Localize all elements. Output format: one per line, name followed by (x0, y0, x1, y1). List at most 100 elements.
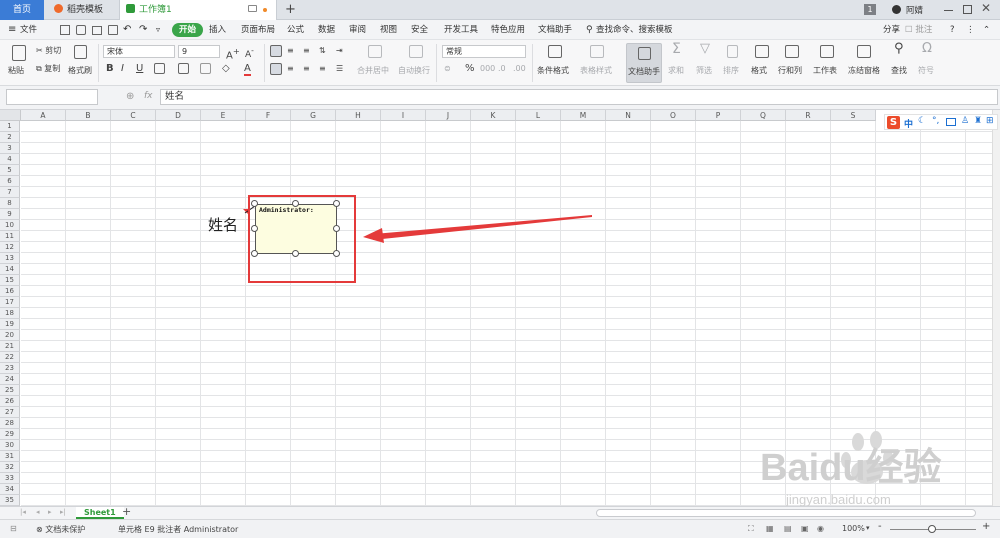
shrink-font-icon[interactable]: A- (245, 46, 254, 60)
row-header[interactable]: 23 (0, 363, 20, 374)
align-right-icon[interactable]: ≡ (303, 64, 310, 74)
command-search[interactable]: 查找命令、搜索模板 (596, 23, 673, 37)
merge-center-icon[interactable] (368, 45, 382, 58)
symbol-button[interactable]: 符号 (918, 66, 934, 76)
align-left-icon[interactable] (270, 63, 282, 75)
doc-helper-button[interactable]: 文档助手 (626, 43, 662, 83)
row-header[interactable]: 17 (0, 297, 20, 308)
new-tab-button[interactable]: + (285, 0, 296, 20)
format-icon[interactable] (755, 45, 769, 58)
menu-review[interactable]: 审阅 (349, 23, 366, 37)
menu-security[interactable]: 安全 (411, 23, 428, 37)
menu-doc-helper[interactable]: 文档助手 (538, 23, 572, 37)
row-header[interactable]: 10 (0, 220, 20, 231)
clear-format-icon[interactable]: ◇ (222, 64, 230, 74)
column-header[interactable]: G (291, 110, 336, 121)
row-header[interactable]: 7 (0, 187, 20, 198)
maximize-button[interactable] (963, 5, 972, 14)
zoom-dropdown-icon[interactable]: ▾ (866, 524, 870, 532)
menu-file[interactable]: 文件 (20, 23, 37, 37)
save-icon[interactable] (60, 25, 70, 35)
row-header[interactable]: 34 (0, 484, 20, 495)
row-header[interactable]: 28 (0, 418, 20, 429)
row-header[interactable]: 11 (0, 231, 20, 242)
grow-font-icon[interactable]: A+ (226, 46, 240, 61)
row-header[interactable]: 29 (0, 429, 20, 440)
row-header[interactable]: 13 (0, 253, 20, 264)
row-header[interactable]: 6 (0, 176, 20, 187)
currency-icon[interactable]: ⊜ (444, 64, 451, 74)
column-header[interactable]: S (831, 110, 876, 121)
next-sheet-icon[interactable]: ▸ (48, 508, 52, 516)
row-header[interactable]: 22 (0, 352, 20, 363)
orientation-icon[interactable]: ⇅ (319, 46, 326, 56)
print-icon[interactable] (92, 26, 102, 35)
redo-icon[interactable]: ↷ (139, 23, 147, 37)
column-header[interactable]: L (516, 110, 561, 121)
column-header[interactable]: A (21, 110, 66, 121)
row-header[interactable]: 4 (0, 154, 20, 165)
underline-button[interactable]: U (136, 64, 143, 74)
user-avatar[interactable] (892, 5, 901, 14)
font-name-select[interactable]: 宋体 (103, 45, 175, 58)
row-header[interactable]: 18 (0, 308, 20, 319)
menu-insert[interactable]: 插入 (209, 23, 226, 37)
last-sheet-icon[interactable]: ▸| (60, 508, 66, 516)
menu-start[interactable]: 开始 (172, 23, 204, 37)
row-header[interactable]: 2 (0, 132, 20, 143)
close-button[interactable]: ✕ (981, 1, 991, 15)
column-header[interactable]: K (471, 110, 516, 121)
search-icon[interactable]: ⚲ (586, 23, 593, 37)
horizontal-scrollbar[interactable] (596, 509, 976, 517)
column-header[interactable]: B (66, 110, 111, 121)
zoom-level[interactable]: 100% (842, 524, 865, 533)
menu-page-layout[interactable]: 页面布局 (241, 23, 275, 37)
indent-icon[interactable]: ⇥ (336, 46, 343, 56)
filter-button[interactable]: 筛选 (696, 66, 712, 76)
fill-color-icon[interactable] (178, 63, 189, 74)
font-size-select[interactable]: 9 (178, 45, 220, 58)
menu-developer[interactable]: 开发工具 (444, 23, 478, 37)
symbol-icon[interactable]: Ω (922, 42, 932, 55)
row-header[interactable]: 27 (0, 407, 20, 418)
column-header[interactable]: J (426, 110, 471, 121)
zoom-formula-icon[interactable]: ⊕ (126, 91, 134, 102)
select-all-corner[interactable] (0, 110, 21, 121)
percent-button[interactable]: % (465, 64, 475, 74)
table-style-icon[interactable] (590, 45, 604, 58)
format-painter-button[interactable]: 格式刷 (68, 66, 92, 76)
formula-input[interactable]: 姓名 (160, 89, 998, 105)
sort-button[interactable]: 排序 (723, 66, 739, 76)
row-col-button[interactable]: 行和列 (778, 66, 802, 76)
layout-icon[interactable]: ⊟ (10, 524, 17, 533)
monitor-icon[interactable] (248, 5, 257, 12)
sum-icon[interactable]: Σ (672, 42, 681, 56)
more-icon[interactable]: ⋮ (966, 23, 975, 37)
decrease-decimal-icon[interactable]: .00 (513, 64, 526, 74)
bold-button[interactable]: B (106, 64, 114, 74)
copy-button[interactable]: ⧉ 复制 (36, 64, 60, 74)
menu-special[interactable]: 特色应用 (491, 23, 525, 37)
row-header[interactable]: 9 (0, 209, 20, 220)
row-header[interactable]: 12 (0, 242, 20, 253)
align-middle-icon[interactable]: ≡ (287, 46, 294, 56)
row-header[interactable]: 16 (0, 286, 20, 297)
font-color-icon[interactable] (200, 63, 211, 74)
eye-protect-icon[interactable]: ◉ (817, 524, 824, 533)
first-sheet-icon[interactable]: |◂ (20, 508, 26, 516)
row-header[interactable]: 30 (0, 440, 20, 451)
column-header[interactable]: Q (741, 110, 786, 121)
user-name[interactable]: 阿婧 (906, 4, 923, 16)
conditional-format-button[interactable]: 条件格式 (537, 66, 569, 76)
undo-icon[interactable]: ↶ (123, 23, 131, 37)
zoom-out-button[interactable]: - (878, 521, 882, 532)
zoom-slider-thumb[interactable] (928, 525, 936, 533)
align-top-icon[interactable] (270, 45, 282, 57)
wrap-text-icon[interactable] (409, 45, 423, 58)
freeze-icon[interactable] (857, 45, 871, 58)
row-header[interactable]: 15 (0, 275, 20, 286)
fx-button[interactable]: fx (144, 91, 153, 101)
row-header[interactable]: 25 (0, 385, 20, 396)
column-header[interactable]: M (561, 110, 606, 121)
merge-center-button[interactable]: 合并居中 (357, 66, 389, 76)
